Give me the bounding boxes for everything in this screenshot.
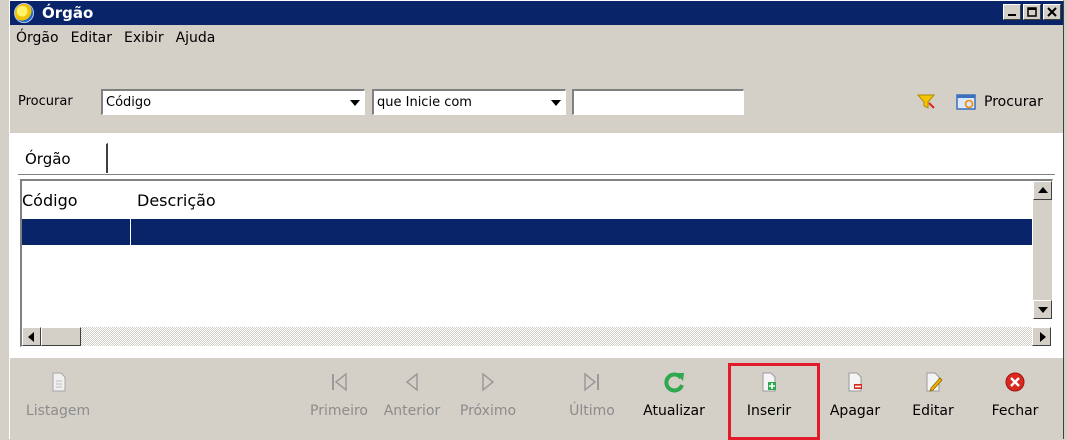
window-title: Órgão: [42, 4, 94, 22]
refresh-icon: [664, 372, 684, 393]
main-panel: Órgão Código Descrição: [10, 133, 1063, 358]
window-search-icon: [956, 94, 976, 110]
ultimo-button[interactable]: Último: [562, 367, 622, 437]
search-field-value: Código: [106, 95, 152, 110]
proximo-button[interactable]: Próximo: [450, 367, 526, 437]
atualizar-button[interactable]: Atualizar: [636, 367, 712, 437]
arrow-left-icon: [28, 332, 34, 342]
last-icon: [584, 372, 599, 392]
close-icon: [1005, 372, 1025, 392]
restore-icon: [1027, 7, 1037, 17]
menu-bar: Órgão Editar Exibir Ajuda: [10, 27, 221, 49]
column-header-codigo[interactable]: Código: [22, 191, 78, 210]
tab-divider: [18, 174, 1055, 175]
anterior-button[interactable]: Anterior: [374, 367, 450, 437]
next-icon: [482, 372, 495, 392]
arrow-down-icon: [1038, 307, 1048, 313]
app-window: Órgão Órgão Editar Exibir Ajuda Procurar…: [9, 0, 1064, 440]
search-condition-select[interactable]: que Inicie com: [372, 89, 566, 115]
menu-editar[interactable]: Editar: [65, 30, 118, 46]
first-icon: [332, 372, 347, 392]
close-icon: [1047, 7, 1057, 17]
scroll-down-button[interactable]: [1033, 300, 1052, 319]
highlight-box-inserir: [728, 363, 820, 440]
close-window-button[interactable]: [1043, 4, 1061, 20]
search-field-select[interactable]: Código: [101, 89, 365, 115]
cell-divider: [130, 219, 131, 245]
search-input[interactable]: [572, 89, 744, 115]
scroll-right-button[interactable]: [1032, 327, 1051, 346]
listagem-label: Listagem: [25, 403, 91, 419]
horizontal-scrollbar[interactable]: [22, 327, 1051, 346]
editar-label: Editar: [912, 403, 954, 419]
apagar-label: Apagar: [829, 403, 881, 419]
table-row[interactable]: [22, 219, 1032, 245]
anterior-label: Anterior: [383, 403, 441, 419]
chevron-down-icon: [551, 100, 561, 106]
chevron-down-icon: [350, 100, 360, 106]
menu-exibir[interactable]: Exibir: [118, 30, 170, 46]
search-button-label: Procurar: [984, 94, 1043, 110]
minimize-button[interactable]: [1003, 4, 1021, 20]
scroll-thumb[interactable]: [41, 327, 81, 346]
grid-header: Código Descrição: [22, 181, 1032, 218]
primeiro-label: Primeiro: [310, 403, 368, 419]
atualizar-label: Atualizar: [643, 403, 705, 419]
app-icon: [14, 3, 34, 23]
vertical-scrollbar[interactable]: [1033, 181, 1052, 319]
title-bar[interactable]: Órgão: [10, 1, 1063, 25]
bottom-toolbar: Listagem Primeiro Anterior Próximo Últim…: [10, 367, 1063, 440]
search-condition-value: que Inicie com: [377, 95, 472, 110]
fechar-label: Fechar: [991, 403, 1039, 419]
ultimo-label: Último: [569, 403, 615, 419]
fechar-button[interactable]: Fechar: [978, 367, 1052, 437]
search-button[interactable]: Procurar: [956, 89, 1043, 115]
arrow-right-icon: [1040, 332, 1046, 342]
menu-orgao[interactable]: Órgão: [10, 30, 65, 46]
document-icon: [52, 372, 66, 392]
restore-button[interactable]: [1023, 4, 1041, 20]
column-header-descricao[interactable]: Descrição: [137, 191, 216, 210]
search-bar: Procurar Código que Inicie com Procurar: [10, 87, 1063, 117]
arrow-up-icon: [1038, 187, 1048, 193]
previous-icon: [405, 372, 418, 392]
editar-button[interactable]: Editar: [898, 367, 968, 437]
edit-icon: [926, 372, 943, 392]
search-label: Procurar: [18, 94, 73, 109]
tab-orgao[interactable]: Órgão: [18, 143, 108, 173]
menu-ajuda[interactable]: Ajuda: [170, 30, 222, 46]
minimize-icon: [1008, 14, 1016, 16]
listagem-button[interactable]: Listagem: [18, 367, 98, 437]
scroll-up-button[interactable]: [1033, 181, 1052, 200]
filter-icon[interactable]: [917, 92, 935, 110]
scroll-left-button[interactable]: [22, 327, 41, 346]
data-grid[interactable]: Código Descrição: [20, 179, 1053, 347]
apagar-button[interactable]: Apagar: [818, 367, 892, 437]
proximo-label: Próximo: [459, 403, 517, 419]
primeiro-button[interactable]: Primeiro: [304, 367, 374, 437]
delete-icon: [848, 372, 862, 392]
